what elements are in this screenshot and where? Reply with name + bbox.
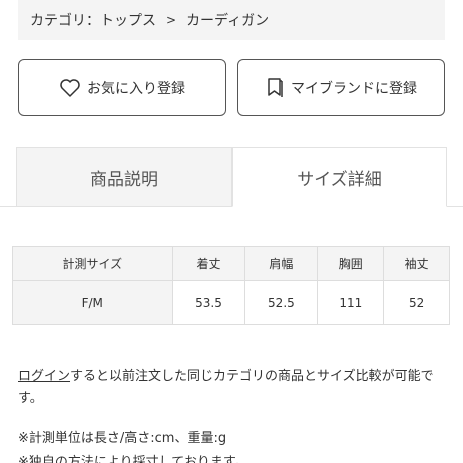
cell-length: 53.5 bbox=[171, 280, 246, 325]
own-method-note: ※独自の方法により採寸しております。 bbox=[18, 455, 248, 463]
table-row: F/M 53.5 52.5 111 52 bbox=[12, 280, 450, 325]
subcategory-label[interactable]: カーディガン bbox=[186, 10, 269, 30]
units-note: ※計測単位は長さ/高さ:cm、重量:g bbox=[18, 431, 227, 446]
header-length: 着丈 bbox=[171, 246, 246, 281]
add-favorite-label: お気に入り登録 bbox=[87, 80, 185, 97]
detail-tabs: 商品説明 サイズ詳細 bbox=[0, 147, 463, 207]
cell-shoulder-width: 52.5 bbox=[244, 280, 319, 325]
size-compare-text: すると以前注文した同じカテゴリの商品とサイズ比較が可能です。 bbox=[18, 369, 434, 406]
cell-sleeve-length: 52 bbox=[383, 280, 450, 325]
header-measure-size: 計測サイズ bbox=[12, 246, 173, 281]
cell-size: F/M bbox=[12, 280, 173, 325]
size-table-header-row: 計測サイズ 着丈 肩幅 胸囲 袖丈 bbox=[12, 246, 450, 281]
size-compare-note: ログインすると以前注文した同じカテゴリの商品とサイズ比較が可能です。 bbox=[18, 366, 448, 410]
size-table: 計測サイズ 着丈 肩幅 胸囲 袖丈 F/M 53.5 52.5 111 52 bbox=[12, 246, 450, 325]
register-brand-label: マイブランドに登録 bbox=[291, 80, 417, 97]
heart-icon bbox=[59, 78, 81, 98]
header-sleeve-length: 袖丈 bbox=[383, 246, 450, 281]
add-favorite-button[interactable]: お気に入り登録 bbox=[18, 59, 226, 116]
breadcrumb-separator: > bbox=[166, 13, 177, 27]
header-shoulder-width: 肩幅 bbox=[244, 246, 319, 281]
header-chest: 胸囲 bbox=[317, 246, 385, 281]
tab-size-details[interactable]: サイズ詳細 bbox=[232, 147, 447, 207]
login-link[interactable]: ログイン bbox=[18, 369, 70, 384]
tab-product-description[interactable]: 商品説明 bbox=[16, 147, 232, 207]
register-brand-button[interactable]: マイブランドに登録 bbox=[237, 59, 445, 116]
breadcrumb: カテゴリ：トップス > カーディガン bbox=[18, 0, 445, 40]
cell-chest: 111 bbox=[317, 280, 385, 325]
category-label[interactable]: カテゴリ：トップス bbox=[30, 10, 156, 30]
bookmark-icon bbox=[265, 77, 285, 99]
